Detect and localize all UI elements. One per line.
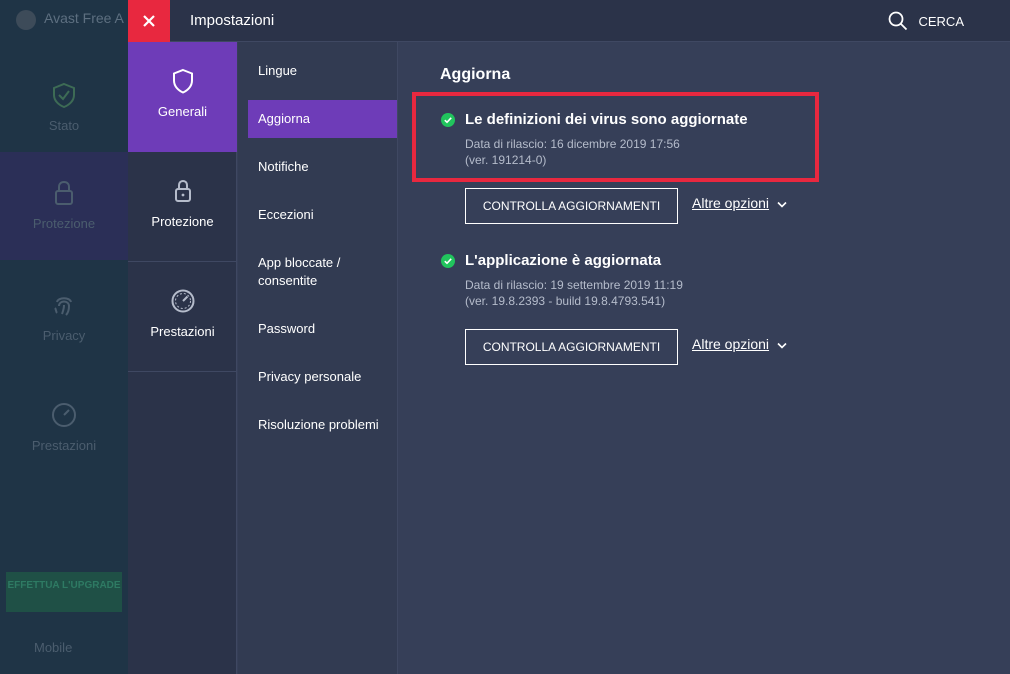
category-column: Generali Protezione Prestazioni [128,42,237,674]
category-generali[interactable]: Generali [128,42,237,152]
search-button[interactable]: CERCA [888,11,964,31]
page-title: Aggiorna [440,66,511,83]
subnav-item-aggiorna[interactable]: Aggiorna [248,100,397,138]
application-status-title: L'applicazione è aggiornata [465,252,662,269]
background-nav-protezione: Protezione [0,152,128,260]
definitions-status-title: Le definizioni dei virus sono aggiornate [465,111,748,128]
definitions-release-date: Data di rilascio: 16 dicembre 2019 17:56 [465,137,680,151]
more-options-label: Altre opzioni [692,195,770,211]
category-label: Prestazioni [150,324,215,339]
background-sidebar: Avast Free A Stato Protezione Privacy Pr… [0,0,128,674]
application-version: (ver. 19.8.2393 - build 19.8.4793.541) [465,294,666,308]
background-upgrade-button: EFFETTUA L'UPGRADE [6,572,122,612]
fingerprint-icon [54,297,72,316]
application-more-options-link[interactable]: Altre opzioni [692,336,787,352]
close-settings-button[interactable] [128,0,170,42]
search-label: CERCA [918,13,964,29]
definitions-check-updates-button[interactable]: CONTROLLA AGGIORNAMENTI [465,188,678,224]
gauge-icon [52,403,76,427]
subnav-item-eccezioni[interactable]: Eccezioni [248,196,397,234]
background-mobile-link: Mobile [34,640,73,655]
check-circle-icon [441,113,455,127]
subnav-item-lingue[interactable]: Lingue [248,52,397,90]
settings-topbar: Impostazioni CERCA [128,0,1010,42]
chevron-down-icon [777,201,787,208]
content-area: Aggiorna Le definizioni dei virus sono a… [399,42,1010,674]
subnav-item-privacy-personale[interactable]: Privacy personale [248,358,397,396]
subnav-item-app-bloccate[interactable]: App bloccate / consentite [248,244,397,300]
category-prestazioni[interactable]: Prestazioni [128,262,237,372]
subnav-item-risoluzione-problemi[interactable]: Risoluzione problemi [248,406,397,444]
chevron-down-icon [777,342,787,349]
more-options-label: Altre opzioni [692,336,770,352]
application-check-updates-button[interactable]: CONTROLLA AGGIORNAMENTI [465,329,678,365]
definitions-more-options-link[interactable]: Altre opzioni [692,195,787,211]
category-protezione[interactable]: Protezione [128,152,237,262]
category-label: Generali [157,104,208,119]
background-nav-prestazioni: Prestazioni [0,392,128,500]
close-icon [143,15,155,27]
subnav-item-password[interactable]: Password [248,310,397,348]
background-nav-privacy: Privacy [0,282,128,390]
lock-icon [55,180,73,205]
check-circle-icon [441,254,455,268]
subnav-column: Lingue Aggiorna Notifiche Eccezioni App … [238,42,398,674]
gauge-icon [171,289,194,313]
shield-icon [172,68,193,94]
settings-title: Impostazioni [190,12,275,29]
settings-panel: Impostazioni CERCA Generali Protezione P… [128,0,1010,674]
category-label: Protezione [151,214,214,229]
lock-icon [174,179,191,202]
subnav-item-notifiche[interactable]: Notifiche [248,148,397,186]
background-app-title: Avast Free A [44,10,124,26]
definitions-version: (ver. 191214-0) [465,153,547,167]
search-icon [889,11,908,31]
application-release-date: Data di rilascio: 19 settembre 2019 11:1… [465,278,683,292]
shield-check-icon [53,82,75,108]
